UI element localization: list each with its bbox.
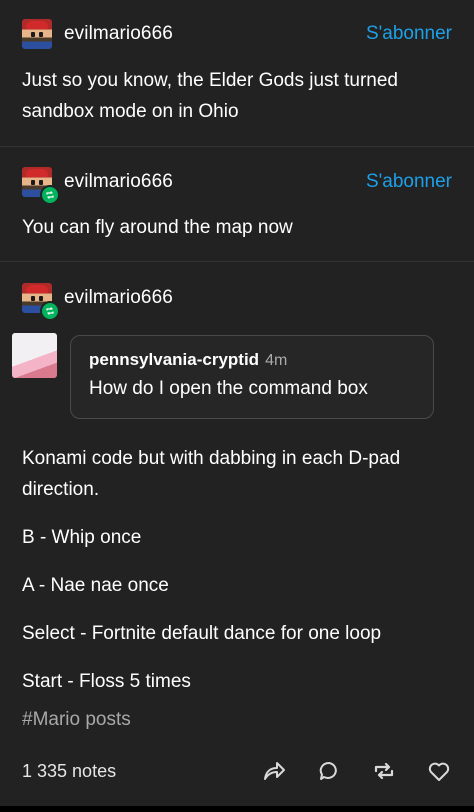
post-header: evilmario666 S'abonner: [22, 167, 452, 205]
post-header: evilmario666: [22, 283, 452, 321]
paragraph: Start - Floss 5 times: [22, 671, 191, 692]
user-avatar[interactable]: [22, 283, 60, 321]
reblog-badge-icon: [40, 301, 60, 321]
quote-avatar[interactable]: [12, 333, 57, 378]
username[interactable]: evilmario666: [64, 171, 366, 193]
avatar-eye-right: [39, 180, 43, 185]
username[interactable]: evilmario666: [64, 23, 366, 45]
follow-button[interactable]: S'abonner: [366, 171, 452, 193]
reply-icon[interactable]: [316, 758, 342, 784]
share-icon[interactable]: [261, 758, 287, 784]
divider: [0, 261, 474, 262]
post-footer: 1 335 notes: [22, 758, 452, 784]
post-actions: [232, 758, 452, 784]
quoted-username[interactable]: pennsylvania-cryptid: [89, 350, 259, 369]
quoted-post[interactable]: pennsylvania-cryptid 4m How do I open the…: [70, 335, 434, 419]
paragraph: B - Whip once: [22, 527, 142, 548]
divider: [0, 146, 474, 147]
quoted-text: How do I open the command box: [89, 378, 368, 399]
post-tag[interactable]: #Mario posts: [22, 709, 131, 731]
user-avatar[interactable]: [22, 19, 52, 49]
post-text: Just so you know, the Elder Gods just tu…: [22, 70, 398, 122]
quoted-user: pennsylvania-cryptid 4m: [89, 350, 287, 370]
post-text: You can fly around the map now: [22, 217, 293, 238]
like-icon[interactable]: [426, 758, 452, 784]
quoted-time: 4m: [265, 352, 288, 369]
avatar-cap: [26, 21, 48, 29]
user-avatar[interactable]: [22, 167, 60, 205]
paragraph: Select - Fortnite default dance for one …: [22, 623, 382, 644]
bottom-edge: [0, 806, 474, 812]
reblog-icon[interactable]: [371, 758, 397, 784]
avatar-eye-left: [31, 180, 35, 185]
avatar-cap: [26, 169, 48, 177]
reblog-badge-icon: [40, 185, 60, 205]
avatar-eye-left: [31, 32, 35, 37]
paragraph: A - Nae nae once: [22, 575, 169, 596]
avatar-eye-right: [39, 296, 43, 301]
post-header: evilmario666 S'abonner: [22, 19, 452, 49]
avatar-eye-right: [39, 32, 43, 37]
avatar-eye-left: [31, 296, 35, 301]
notes-count[interactable]: 1 335 notes: [22, 761, 232, 782]
avatar-cap: [26, 285, 48, 293]
follow-button[interactable]: S'abonner: [366, 23, 452, 45]
paragraph: Konami code but with dabbing in each D-p…: [22, 448, 401, 500]
username[interactable]: evilmario666: [64, 287, 452, 309]
